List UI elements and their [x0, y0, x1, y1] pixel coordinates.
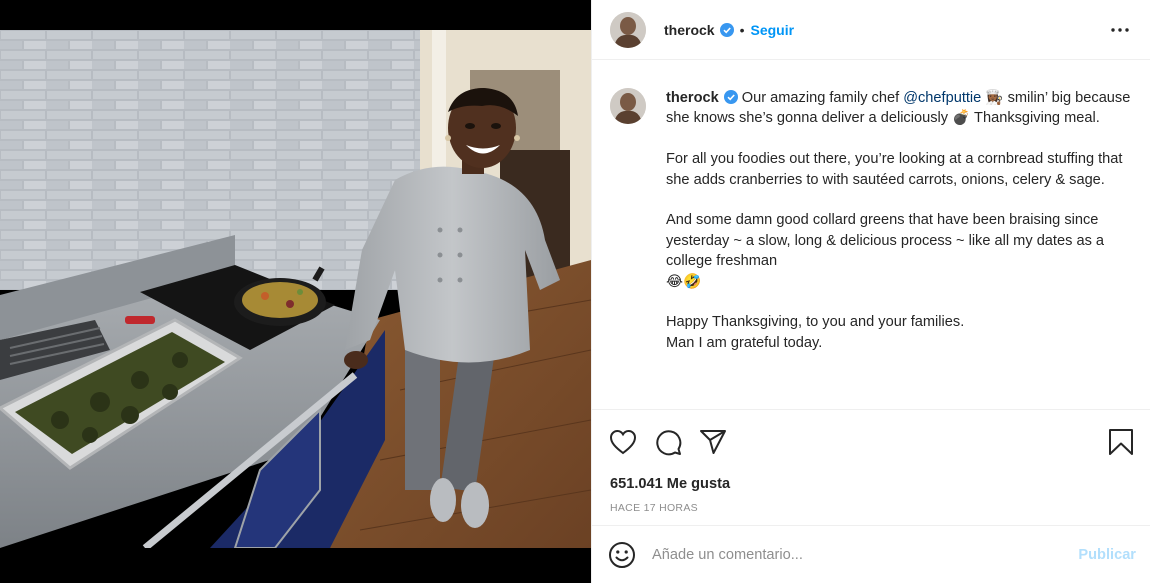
author-username[interactable]: therock: [664, 22, 715, 38]
verified-badge-icon: [723, 90, 738, 104]
post-photo[interactable]: [0, 0, 591, 583]
author-avatar[interactable]: [610, 11, 646, 48]
caption-paragraph-3-text: And some damn good collard greens that h…: [666, 212, 1105, 270]
post-photo-frame: [0, 30, 591, 548]
post-timestamp[interactable]: HACE 17 HORAS: [592, 495, 1150, 525]
caption-paragraph-2: For all you foodies out there, you’re lo…: [666, 151, 1123, 188]
avatar-image: [610, 11, 646, 48]
bookmark-icon[interactable]: [1106, 427, 1136, 457]
kitchen-chef-image: [0, 30, 591, 548]
follow-button[interactable]: Seguir: [750, 22, 794, 38]
avatar-image: [610, 88, 646, 124]
caption-username[interactable]: therock: [666, 90, 719, 106]
caption-author-avatar[interactable]: [610, 88, 646, 124]
caption-paragraph-4-line-2: Man I am grateful today.: [666, 334, 823, 351]
post-details-panel: therock • Seguir therock Our amazing fam…: [591, 0, 1150, 583]
header-separator: •: [739, 21, 745, 38]
post-actions-bar: [592, 409, 1150, 473]
verified-badge-icon: [719, 22, 734, 37]
more-options-icon[interactable]: [1108, 18, 1132, 42]
heart-icon[interactable]: [608, 427, 638, 457]
publish-button[interactable]: Publicar: [1078, 547, 1136, 563]
add-comment-bar: Publicar: [592, 525, 1150, 583]
caption-intro-prefix: Our amazing family chef: [741, 90, 904, 106]
likes-count[interactable]: 651.041 Me gusta: [592, 473, 1150, 495]
post-header: therock • Seguir: [592, 0, 1150, 60]
instagram-post: therock • Seguir therock Our amazing fam…: [0, 0, 1150, 583]
caption-paragraph-4: Happy Thanksgiving, to you and your fami…: [666, 312, 1136, 353]
paper-plane-icon[interactable]: [698, 427, 728, 457]
caption-paragraph-3: And some damn good collard greens that h…: [666, 210, 1136, 292]
caption-paragraph-3-emoji: 😂🤣: [666, 273, 702, 290]
caption-area: therock Our amazing family chef @chefput…: [592, 60, 1150, 409]
caption-paragraph-4-line-1: Happy Thanksgiving, to you and your fami…: [666, 314, 965, 331]
comment-icon[interactable]: [653, 427, 683, 457]
caption-paragraph-1: therock Our amazing family chef @chefput…: [666, 88, 1136, 129]
smiley-icon[interactable]: [608, 541, 636, 569]
comment-input[interactable]: [652, 546, 1079, 563]
caption-mention-link[interactable]: @chefputtie: [903, 90, 981, 106]
post-caption: therock Our amazing family chef @chefput…: [666, 88, 1136, 409]
